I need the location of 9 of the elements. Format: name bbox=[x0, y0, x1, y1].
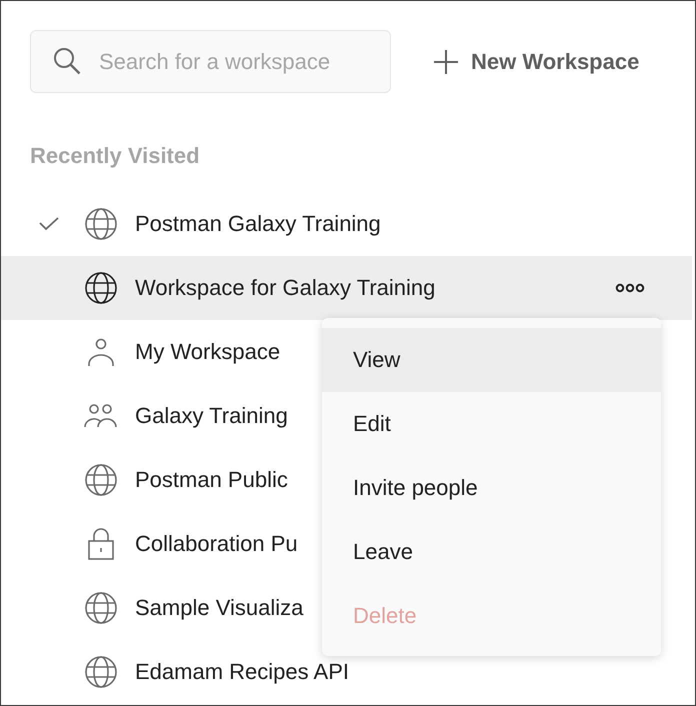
workspace-name: Sample Visualiza bbox=[135, 595, 304, 621]
section-title: Recently Visited bbox=[30, 143, 200, 168]
workspace-name: Collaboration Pu bbox=[135, 531, 298, 557]
workspace-name: Postman Galaxy Training bbox=[135, 211, 381, 237]
workspace-name: Workspace for Galaxy Training bbox=[135, 275, 436, 301]
workspace-name: Postman Public bbox=[135, 467, 288, 493]
workspace-name: Galaxy Training bbox=[135, 403, 288, 429]
workspace-name: My Workspace bbox=[135, 339, 280, 365]
workspace-name: Edamam Recipes API bbox=[135, 659, 349, 685]
